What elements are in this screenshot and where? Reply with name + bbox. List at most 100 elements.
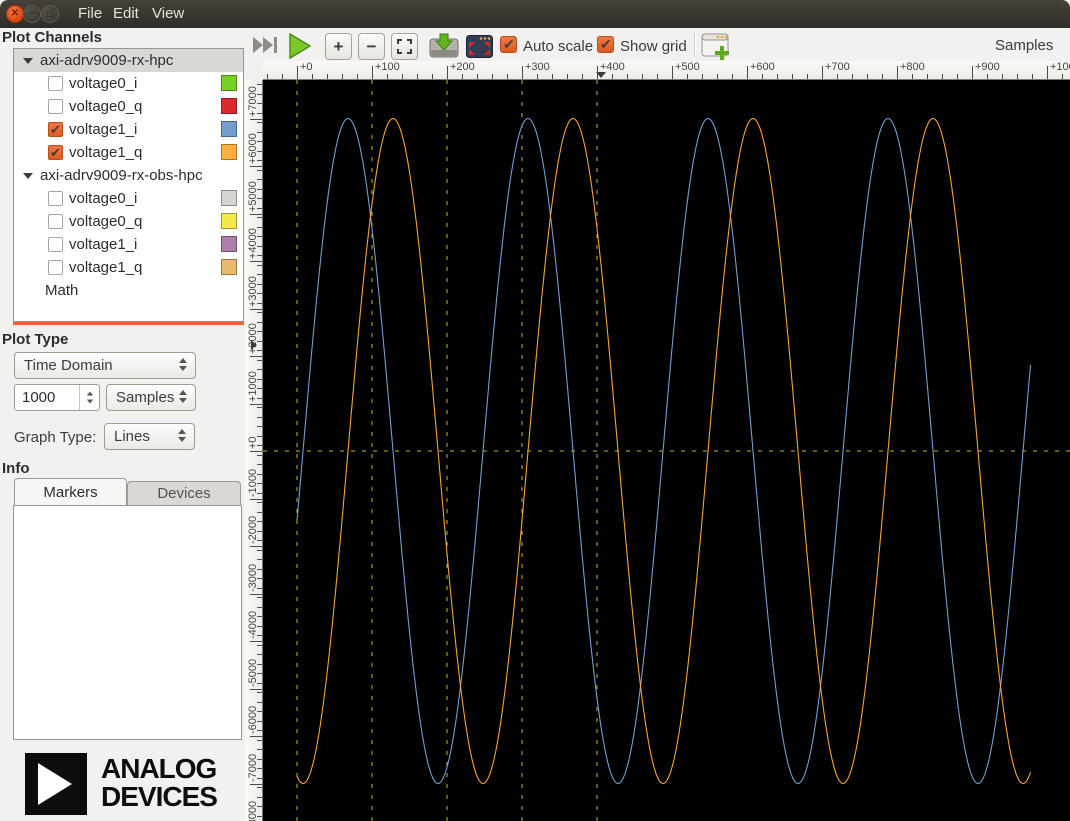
samples-axis-label: Samples bbox=[995, 37, 1054, 54]
plot-type-heading: Plot Type bbox=[2, 331, 69, 348]
logo-text-line1: ANALOG bbox=[101, 753, 217, 784]
x-axis-tick-label: +700 bbox=[825, 61, 850, 73]
channel-checkbox[interactable] bbox=[48, 260, 63, 275]
y-axis-tick-label: -7000 bbox=[247, 753, 259, 782]
y-axis-tick-label: -2000 bbox=[247, 515, 259, 544]
y-axis-tick-label: +7000 bbox=[247, 85, 259, 117]
channel-checkbox[interactable] bbox=[48, 191, 63, 206]
tree-item-math[interactable]: Math bbox=[14, 279, 243, 302]
close-icon[interactable]: ✕ bbox=[6, 5, 24, 23]
y-axis-tick-label: +5000 bbox=[247, 180, 259, 212]
expander-icon[interactable] bbox=[23, 57, 33, 64]
logo-triangle-icon bbox=[38, 763, 72, 805]
y-axis-tick-label: +6000 bbox=[247, 133, 259, 164]
channel-checkbox[interactable] bbox=[48, 99, 63, 114]
markers-panel bbox=[13, 505, 242, 740]
expander-icon[interactable] bbox=[23, 172, 33, 179]
tab-markers[interactable]: Markers bbox=[14, 478, 127, 505]
channel-label: voltage0_q bbox=[69, 98, 143, 115]
analog-devices-logo bbox=[25, 753, 87, 815]
y-axis-tick-label: +0 bbox=[247, 436, 259, 449]
tab-devices[interactable]: Devices bbox=[127, 481, 241, 505]
channel-color-swatch[interactable] bbox=[221, 144, 237, 160]
channel-color-swatch[interactable] bbox=[221, 98, 237, 114]
channel-color-swatch[interactable] bbox=[221, 190, 237, 206]
x-axis-tick-label: +1000 bbox=[1050, 61, 1070, 73]
combo-arrows-icon bbox=[179, 390, 187, 403]
waveform-canvas bbox=[263, 80, 1070, 821]
capture-skip-icon[interactable] bbox=[253, 36, 279, 59]
channel-label: voltage1_i bbox=[69, 121, 138, 138]
minimize-icon[interactable]: − bbox=[23, 5, 41, 23]
channel-row-voltage0_i[interactable]: voltage0_i bbox=[14, 72, 243, 95]
zoom-fit-icon[interactable] bbox=[391, 33, 418, 60]
maximize-icon[interactable]: ▢ bbox=[41, 5, 59, 23]
titlebar: ✕ − ▢ File Edit View bbox=[0, 0, 1070, 28]
channel-checkbox[interactable] bbox=[48, 214, 63, 229]
channel-row-voltage0_q[interactable]: voltage0_q bbox=[14, 210, 243, 233]
pane-separator[interactable] bbox=[13, 322, 244, 325]
spinner-arrows-icon[interactable] bbox=[79, 385, 99, 410]
y-axis-tick-label: +1000 bbox=[247, 370, 259, 402]
channel-row-voltage0_q[interactable]: voltage0_q bbox=[14, 95, 243, 118]
x-axis-tick-label: +900 bbox=[975, 61, 1000, 73]
group-label: axi-adrv9009-rx-obs-hpc bbox=[40, 167, 203, 184]
menu-file[interactable]: File bbox=[74, 4, 106, 24]
channel-checkbox[interactable] bbox=[48, 145, 63, 161]
show-grid-checkbox[interactable] bbox=[597, 36, 614, 53]
channel-checkbox[interactable] bbox=[48, 237, 63, 252]
channel-row-voltage0_i[interactable]: voltage0_i bbox=[14, 187, 243, 210]
y-axis-tick-label: +4000 bbox=[247, 228, 259, 259]
plot-area[interactable] bbox=[263, 80, 1070, 821]
plot-type-select[interactable]: Time Domain bbox=[14, 352, 196, 379]
zoom-out-icon[interactable]: − bbox=[358, 33, 385, 60]
channel-color-swatch[interactable] bbox=[221, 236, 237, 252]
x-axis-tick-label: +100 bbox=[375, 61, 400, 73]
channel-label: voltage1_q bbox=[69, 144, 143, 161]
auto-scale-checkbox[interactable] bbox=[500, 36, 517, 53]
menu-view[interactable]: View bbox=[148, 4, 188, 24]
app-window: ✕ − ▢ File Edit View Plot Channels axi-a… bbox=[0, 0, 1070, 821]
info-heading: Info bbox=[2, 460, 30, 477]
x-axis-tick-label: +500 bbox=[675, 61, 700, 73]
channel-row-voltage1_i[interactable]: voltage1_i bbox=[14, 233, 243, 256]
sample-count-value: 1000 bbox=[22, 389, 56, 406]
x-axis-tick-label: +800 bbox=[900, 61, 925, 73]
x-axis-tick-label: +300 bbox=[525, 61, 550, 73]
y-axis-tick-label: -6000 bbox=[247, 705, 259, 734]
x-axis-tick-label: +200 bbox=[450, 61, 475, 73]
toolbar-separator bbox=[694, 33, 695, 57]
channel-color-swatch[interactable] bbox=[221, 213, 237, 229]
menu-edit[interactable]: Edit bbox=[109, 4, 143, 24]
channel-color-swatch[interactable] bbox=[221, 75, 237, 91]
show-grid-label[interactable]: Show grid bbox=[620, 38, 687, 55]
channel-label: voltage0_q bbox=[69, 213, 143, 230]
fullscreen-icon[interactable] bbox=[466, 35, 493, 63]
channel-checkbox[interactable] bbox=[48, 76, 63, 91]
channel-color-swatch[interactable] bbox=[221, 121, 237, 137]
graph-type-label: Graph Type: bbox=[14, 429, 97, 446]
y-axis-tick-label: +3000 bbox=[247, 275, 259, 307]
graph-type-select[interactable]: Lines bbox=[104, 423, 195, 450]
plot-channels-heading: Plot Channels bbox=[2, 29, 103, 46]
channel-color-swatch[interactable] bbox=[221, 259, 237, 275]
channel-row-voltage1_q[interactable]: voltage1_q bbox=[14, 141, 243, 164]
zoom-in-icon[interactable]: + bbox=[325, 33, 352, 60]
tree-group-axi-adrv9009-rx-hpc[interactable]: axi-adrv9009-rx-hpc bbox=[14, 49, 243, 72]
sample-unit-value: Samples bbox=[116, 389, 175, 406]
tree-group-axi-adrv9009-rx-obs-hpc[interactable]: axi-adrv9009-rx-obs-hpc bbox=[14, 164, 243, 187]
y-axis-tick-label: +2000 bbox=[247, 323, 259, 354]
plot-type-value: Time Domain bbox=[24, 357, 113, 374]
y-axis-tick-label: -4000 bbox=[247, 610, 259, 639]
auto-scale-label[interactable]: Auto scale bbox=[523, 38, 593, 55]
sample-count-input[interactable]: 1000 bbox=[14, 384, 100, 411]
sample-unit-select[interactable]: Samples bbox=[106, 384, 196, 411]
combo-arrows-icon bbox=[178, 429, 186, 442]
channel-checkbox[interactable] bbox=[48, 122, 63, 138]
play-icon[interactable] bbox=[288, 32, 312, 64]
channel-tree[interactable]: axi-adrv9009-rx-hpcvoltage0_ivoltage0_qv… bbox=[13, 48, 244, 322]
y-axis-tick-label: -1000 bbox=[247, 468, 259, 497]
channel-row-voltage1_q[interactable]: voltage1_q bbox=[14, 256, 243, 279]
channel-row-voltage1_i[interactable]: voltage1_i bbox=[14, 118, 243, 141]
x-axis-tick-label: +400 bbox=[600, 61, 625, 73]
